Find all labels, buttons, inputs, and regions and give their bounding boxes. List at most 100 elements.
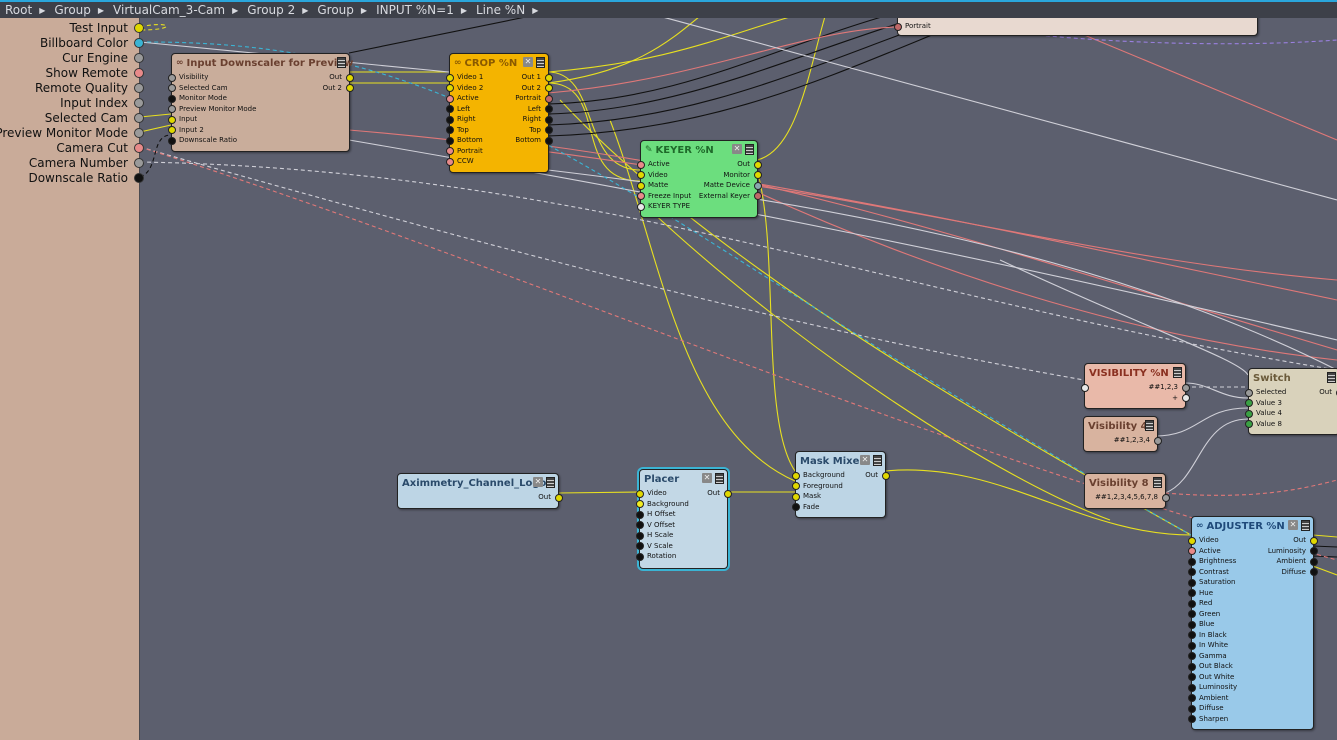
wire[interactable]	[547, 71, 641, 171]
port-dot[interactable]	[134, 97, 144, 108]
menu-icon[interactable]	[1145, 420, 1154, 431]
input-port[interactable]	[1187, 589, 1196, 597]
breadcrumb-label[interactable]: Root	[5, 3, 32, 17]
port-dot[interactable]	[134, 127, 144, 138]
port-dot[interactable]	[134, 67, 144, 78]
input-port[interactable]	[167, 94, 176, 103]
input-port[interactable]	[445, 136, 454, 145]
breadcrumb-label[interactable]: VirtualCam_3-Cam	[113, 3, 225, 17]
output-port[interactable]	[1181, 394, 1190, 402]
port-dot[interactable]	[134, 82, 144, 93]
input-port[interactable]	[636, 171, 645, 179]
input-port[interactable]	[445, 115, 454, 124]
input-port[interactable]	[445, 157, 454, 166]
input-port[interactable]	[1244, 399, 1253, 407]
wire[interactable]	[756, 191, 1337, 361]
node-title-bar[interactable]: Aximmetry_Channel_Logo ✕	[398, 474, 558, 492]
breadcrumb-label[interactable]: Group	[317, 3, 354, 17]
output-port[interactable]	[1309, 536, 1318, 545]
close-icon[interactable]: ✕	[533, 477, 543, 487]
input-port[interactable]	[1244, 409, 1253, 418]
menu-icon[interactable]	[873, 455, 882, 466]
menu-icon[interactable]	[1173, 367, 1182, 378]
input-downscaler-node[interactable]: ∞ Input Downscaler for Preview Visibility O…	[167, 53, 354, 152]
port-dot[interactable]	[134, 112, 144, 123]
input-port[interactable]	[791, 492, 800, 501]
input-port[interactable]	[167, 136, 176, 145]
node-title-bar[interactable]: Visibility 8	[1085, 474, 1165, 492]
menu-icon[interactable]	[1153, 477, 1162, 488]
input-port[interactable]	[1187, 536, 1196, 545]
placer-node[interactable]: Placer ✕ Video Out Background H Offset V Offse…	[635, 469, 732, 569]
breadcrumb-label[interactable]: Group	[54, 3, 91, 17]
output-port[interactable]	[544, 136, 553, 145]
output-port[interactable]	[554, 493, 563, 502]
output-port[interactable]	[544, 126, 553, 134]
port-dot[interactable]	[134, 142, 144, 153]
input-port[interactable]	[635, 510, 644, 519]
group-input-row[interactable]: Remote Quality	[35, 80, 144, 95]
node-title-bar[interactable]: Visibility 4	[1084, 417, 1157, 435]
input-port[interactable]	[1187, 631, 1196, 639]
input-port[interactable]	[636, 202, 645, 211]
input-port[interactable]	[636, 160, 645, 169]
wire[interactable]	[1154, 407, 1249, 437]
output-port[interactable]	[753, 181, 762, 190]
group-input-row[interactable]: Preview Monitor Mode	[0, 125, 144, 140]
port-dot[interactable]	[134, 172, 144, 183]
input-port[interactable]	[1187, 704, 1196, 713]
menu-icon[interactable]	[715, 473, 724, 484]
output-port[interactable]	[1309, 547, 1318, 555]
port-dot[interactable]	[134, 22, 144, 33]
group-input-row[interactable]: Billboard Color	[40, 35, 144, 50]
close-icon[interactable]: ✕	[702, 473, 712, 483]
output-port[interactable]	[723, 489, 732, 498]
input-port[interactable]	[636, 192, 645, 200]
input-port[interactable]	[791, 471, 800, 480]
input-port[interactable]	[445, 94, 454, 103]
wire[interactable]	[139, 134, 172, 178]
input-port[interactable]	[445, 105, 454, 113]
input-port[interactable]	[1187, 578, 1196, 587]
group-input-row[interactable]: Input Index	[60, 95, 144, 110]
input-port[interactable]	[635, 521, 644, 529]
wire[interactable]	[557, 491, 640, 494]
input-port[interactable]	[1187, 641, 1196, 650]
chevron-right-icon[interactable]: ▶	[302, 6, 308, 15]
input-port[interactable]	[636, 181, 645, 190]
switch-node[interactable]: Switch Selected Out Value 3 Value 4 Value 8	[1244, 368, 1337, 435]
output-port[interactable]	[753, 160, 762, 169]
group-input-row[interactable]: Show Remote	[46, 65, 144, 80]
input-port[interactable]	[791, 482, 800, 490]
input-port[interactable]	[1187, 683, 1196, 692]
menu-icon[interactable]	[546, 477, 555, 488]
output-port[interactable]	[544, 105, 553, 113]
close-icon[interactable]: ✕	[860, 455, 870, 465]
input-port[interactable]	[1080, 383, 1089, 392]
input-port[interactable]	[1187, 673, 1196, 681]
node-title-bar[interactable]: ∞ CROP %N ✕	[450, 54, 548, 72]
input-port[interactable]	[635, 552, 644, 561]
input-port[interactable]	[445, 147, 454, 155]
input-port[interactable]	[635, 542, 644, 550]
input-port[interactable]	[635, 500, 644, 508]
input-port[interactable]	[1187, 610, 1196, 618]
group-input-row[interactable]: Cur Engine	[62, 50, 144, 65]
breadcrumb-label[interactable]: Group 2	[247, 3, 295, 17]
breadcrumb-item[interactable]: Group ▶	[317, 3, 376, 17]
input-port[interactable]	[1244, 420, 1253, 428]
wire[interactable]	[139, 113, 172, 118]
output-port[interactable]	[881, 471, 890, 480]
chevron-right-icon[interactable]: ▶	[532, 6, 538, 15]
input-port[interactable]	[445, 73, 454, 82]
group-input-row[interactable]: Downscale Ratio	[28, 170, 144, 185]
output-port[interactable]	[544, 73, 553, 82]
chevron-right-icon[interactable]: ▶	[361, 6, 367, 15]
group-input-row[interactable]: Camera Number	[29, 155, 144, 170]
visibility-4-node[interactable]: Visibility 4 ##1,2,3,4	[1083, 416, 1162, 452]
input-port[interactable]	[893, 22, 902, 31]
chevron-right-icon[interactable]: ▶	[98, 6, 104, 15]
input-port[interactable]	[1187, 547, 1196, 555]
output-port[interactable]	[1309, 557, 1318, 566]
close-icon[interactable]: ✕	[523, 57, 533, 67]
